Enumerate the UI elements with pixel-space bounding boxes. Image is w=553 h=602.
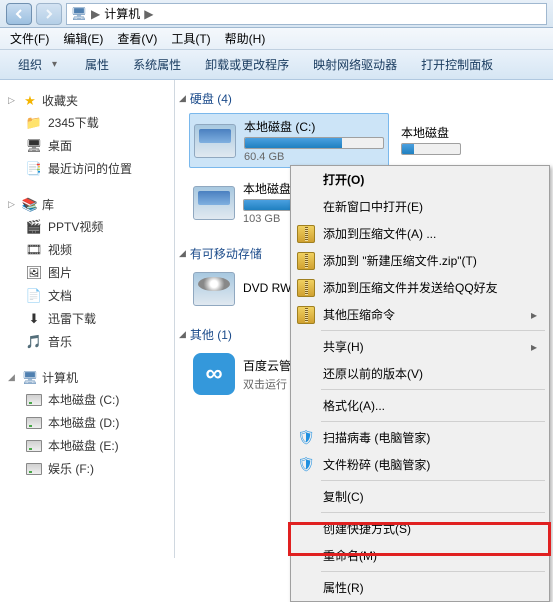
ctx-create-shortcut[interactable]: 创建快捷方式(S) xyxy=(291,515,549,542)
ctx-format[interactable]: 格式化(A)... xyxy=(291,392,549,419)
menu-view[interactable]: 查看(V) xyxy=(111,28,163,49)
forward-button[interactable] xyxy=(36,3,62,25)
drive-icon xyxy=(193,186,235,220)
sidebar: ▷★ 收藏夹 📁2345下载 🖥桌面 📑最近访问的位置 ▷📚 库 🎬PPTV视频… xyxy=(0,80,175,558)
ctx-share[interactable]: 共享(H)▸ xyxy=(291,333,549,360)
ctx-separator xyxy=(321,512,545,513)
uninstall-button[interactable]: 卸载或更改程序 xyxy=(201,54,293,75)
ctx-file-shred[interactable]: 🛡文件粉碎 (电脑管家) xyxy=(291,451,549,478)
section-hdd-header[interactable]: ◢硬盘 (4) xyxy=(179,88,549,109)
sidebar-item-xunlei[interactable]: ⬇迅雷下载 xyxy=(4,307,170,330)
usage-bar xyxy=(244,137,384,149)
zip-icon xyxy=(297,306,315,324)
zip-icon xyxy=(297,279,315,297)
menubar: 文件(F) 编辑(E) 查看(V) 工具(T) 帮助(H) xyxy=(0,28,553,50)
titlebar: 🖥 ▶ 计算机 ▶ xyxy=(0,0,553,28)
ctx-separator xyxy=(321,389,545,390)
drive-icon xyxy=(26,463,42,475)
properties-button[interactable]: 属性 xyxy=(81,54,113,75)
download-icon: ⬇ xyxy=(26,311,42,327)
ctx-copy[interactable]: 复制(C) xyxy=(291,483,549,510)
sidebar-item-2345[interactable]: 📁2345下载 xyxy=(4,111,170,134)
sidebar-item-video[interactable]: 🎞视频 xyxy=(4,238,170,261)
sidebar-item-documents[interactable]: 📄文档 xyxy=(4,284,170,307)
menu-tools[interactable]: 工具(T) xyxy=(165,28,216,49)
video-icon: 🎬 xyxy=(26,219,42,235)
sidebar-item-drive-d[interactable]: 本地磁盘 (D:) xyxy=(4,411,170,434)
ctx-open[interactable]: 打开(O) xyxy=(291,166,549,193)
sidebar-item-drive-e[interactable]: 本地磁盘 (E:) xyxy=(4,434,170,457)
breadcrumb-location[interactable]: 计算机 xyxy=(104,5,140,22)
drive-icon xyxy=(26,417,42,429)
ctx-restore[interactable]: 还原以前的版本(V) xyxy=(291,360,549,387)
drive-icon xyxy=(26,394,42,406)
drive-icon xyxy=(194,124,236,158)
sidebar-item-drive-f[interactable]: 娱乐 (F:) xyxy=(4,457,170,480)
ctx-open-new-window[interactable]: 在新窗口中打开(E) xyxy=(291,193,549,220)
star-icon: ★ xyxy=(22,93,38,109)
ctx-add-send-qq[interactable]: 添加到压缩文件并发送给QQ好友 xyxy=(291,274,549,301)
breadcrumb-arrow: ▶ xyxy=(91,7,100,21)
sidebar-item-drive-c[interactable]: 本地磁盘 (C:) xyxy=(4,388,170,411)
menu-edit[interactable]: 编辑(E) xyxy=(57,28,109,49)
sidebar-favorites-header[interactable]: ▷★ 收藏夹 xyxy=(4,90,170,111)
ctx-scan-virus[interactable]: 🛡扫描病毒 (电脑管家) xyxy=(291,424,549,451)
control-panel-button[interactable]: 打开控制面板 xyxy=(417,54,497,75)
sidebar-item-music[interactable]: 🎵音乐 xyxy=(4,330,170,353)
usage-bar xyxy=(401,143,461,155)
desktop-icon: 🖥 xyxy=(26,138,42,154)
toolbar: 组织 ▾ 属性 系统属性 卸载或更改程序 映射网络驱动器 打开控制面板 xyxy=(0,50,553,80)
documents-icon: 📄 xyxy=(26,288,42,304)
library-icon: 📚 xyxy=(22,197,38,213)
sidebar-libraries-header[interactable]: ▷📚 库 xyxy=(4,194,170,215)
address-bar[interactable]: 🖥 ▶ 计算机 ▶ xyxy=(66,3,547,25)
computer-icon: 🖥 xyxy=(22,370,38,386)
drive-c[interactable]: 本地磁盘 (C:) 60.4 GB xyxy=(189,113,389,168)
dvd-icon xyxy=(193,272,235,306)
drive-icon xyxy=(26,440,42,452)
ctx-separator xyxy=(321,480,545,481)
music-icon: 🎵 xyxy=(26,334,42,350)
computer-icon: 🖥 xyxy=(71,6,87,22)
menu-help[interactable]: 帮助(H) xyxy=(219,28,272,49)
ctx-rename[interactable]: 重命名(M) xyxy=(291,542,549,569)
sidebar-computer-header[interactable]: ◢🖥 计算机 xyxy=(4,367,170,388)
back-button[interactable] xyxy=(6,3,32,25)
video-icon: 🎞 xyxy=(26,242,42,258)
sidebar-item-recent[interactable]: 📑最近访问的位置 xyxy=(4,157,170,180)
submenu-arrow-icon: ▸ xyxy=(531,308,537,322)
ctx-add-zip[interactable]: 添加到 "新建压缩文件.zip"(T) xyxy=(291,247,549,274)
context-menu: 打开(O) 在新窗口中打开(E) 添加到压缩文件(A) ... 添加到 "新建压… xyxy=(290,165,550,602)
ctx-properties[interactable]: 属性(R) xyxy=(291,574,549,601)
shield-icon: 🛡 xyxy=(297,429,315,447)
ctx-separator xyxy=(321,421,545,422)
drive-item[interactable]: 本地磁盘 xyxy=(397,113,497,168)
pictures-icon: 🖼 xyxy=(26,265,42,281)
ctx-separator xyxy=(321,571,545,572)
ctx-separator xyxy=(321,330,545,331)
sidebar-item-pptv[interactable]: 🎬PPTV视频 xyxy=(4,215,170,238)
ctx-add-archive[interactable]: 添加到压缩文件(A) ... xyxy=(291,220,549,247)
map-drive-button[interactable]: 映射网络驱动器 xyxy=(309,54,401,75)
zip-icon xyxy=(297,225,315,243)
zip-icon xyxy=(297,252,315,270)
submenu-arrow-icon: ▸ xyxy=(531,340,537,354)
shield-icon: 🛡 xyxy=(297,456,315,474)
menu-file[interactable]: 文件(F) xyxy=(4,28,55,49)
organize-button[interactable]: 组织 ▾ xyxy=(10,52,65,77)
sidebar-item-desktop[interactable]: 🖥桌面 xyxy=(4,134,170,157)
ctx-other-archive[interactable]: 其他压缩命令▸ xyxy=(291,301,549,328)
system-properties-button[interactable]: 系统属性 xyxy=(129,54,185,75)
sidebar-item-pictures[interactable]: 🖼图片 xyxy=(4,261,170,284)
recent-icon: 📑 xyxy=(26,161,42,177)
cloud-icon: ∞ xyxy=(193,353,235,395)
breadcrumb-arrow: ▶ xyxy=(144,7,153,21)
folder-icon: 📁 xyxy=(26,115,42,131)
